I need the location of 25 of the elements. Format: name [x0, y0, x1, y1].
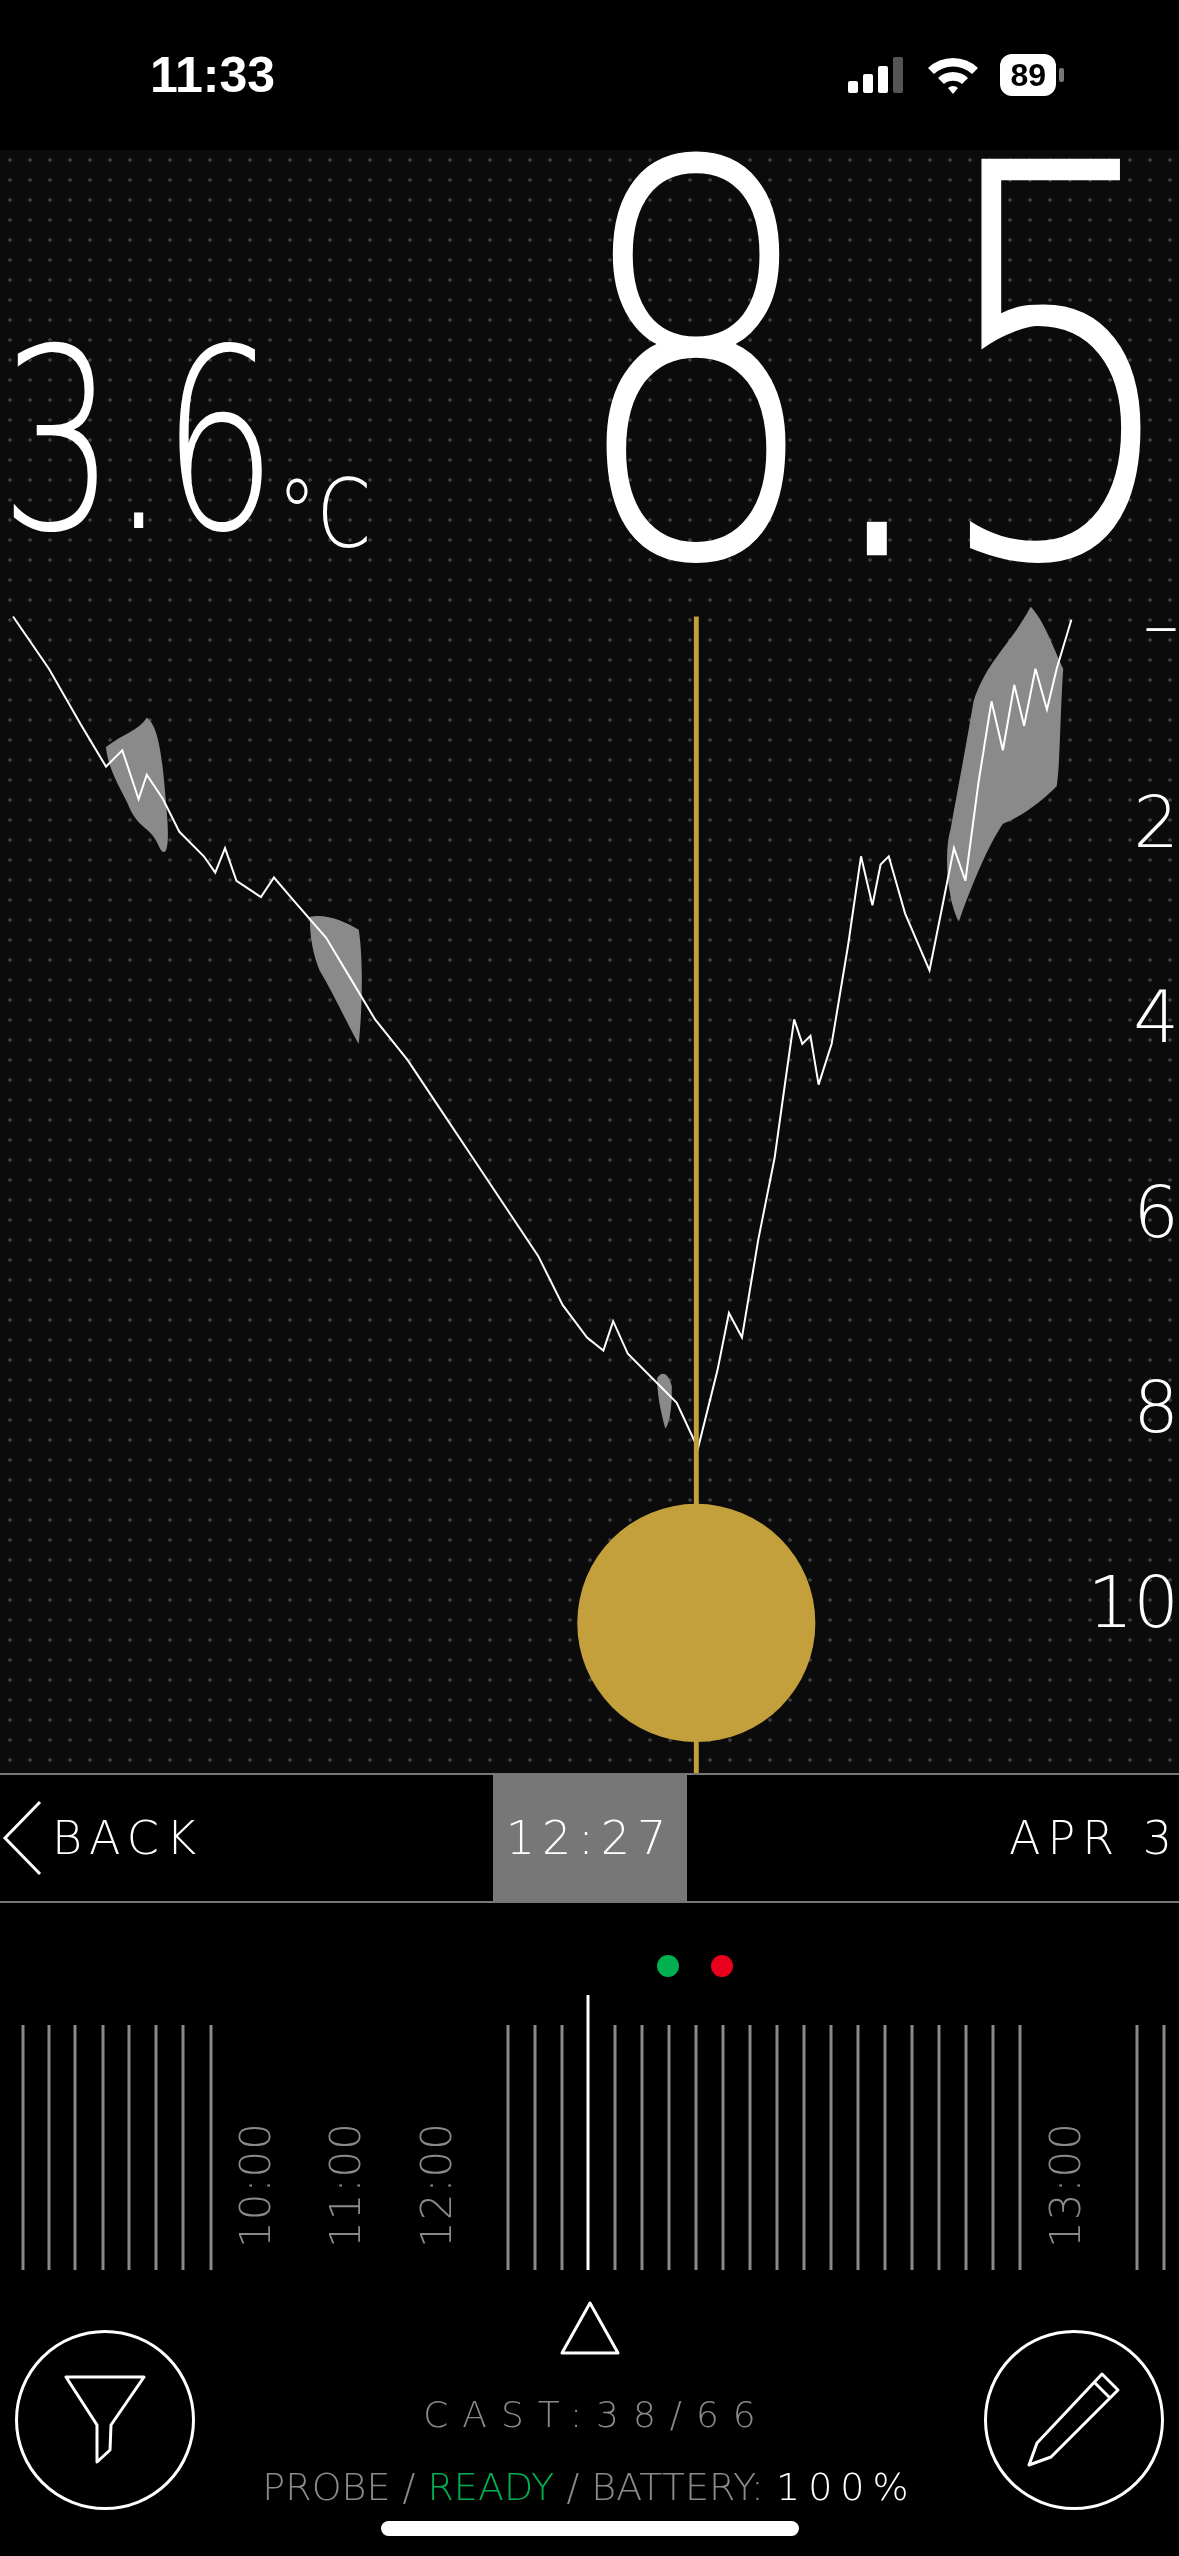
chevron-left-icon	[2, 1800, 42, 1876]
wifi-icon	[926, 56, 981, 94]
depth-axis-label: 6	[1133, 1180, 1179, 1245]
depth-axis-label: 4	[1133, 985, 1179, 1050]
timeline-hour-label: 11:00	[325, 2121, 367, 2248]
cast-counter: CAST:38/66	[423, 2394, 770, 2435]
depth-axis-label: 8	[1133, 1375, 1179, 1440]
depth-axis-label: –	[1143, 592, 1179, 657]
timeline-hour-label: 13:00	[1045, 2121, 1087, 2248]
edit-button[interactable]	[984, 2330, 1164, 2510]
status-time: 11:33	[150, 46, 276, 104]
filter-button[interactable]	[15, 2330, 195, 2510]
date-label: APR 3	[1008, 1811, 1179, 1865]
probe-status-text: PROBE / READY / BATTERY: 100%	[262, 2465, 917, 2509]
selected-time-label: 12:27	[492, 1775, 687, 1901]
depth-value: 8.5	[568, 150, 1175, 586]
temperature-value: 3.6	[0, 315, 272, 567]
temperature-unit: °C	[277, 467, 371, 561]
timeline-hour-label: 12:00	[416, 2121, 458, 2248]
expand-up-icon[interactable]	[558, 2300, 621, 2356]
depth-axis-label: 2	[1133, 790, 1179, 855]
depth-axis-label: 10	[1087, 1570, 1179, 1635]
back-button[interactable]: BACK	[0, 1775, 204, 1901]
timeline-hour-label: 10:00	[235, 2121, 277, 2248]
filter-icon	[64, 2375, 146, 2465]
